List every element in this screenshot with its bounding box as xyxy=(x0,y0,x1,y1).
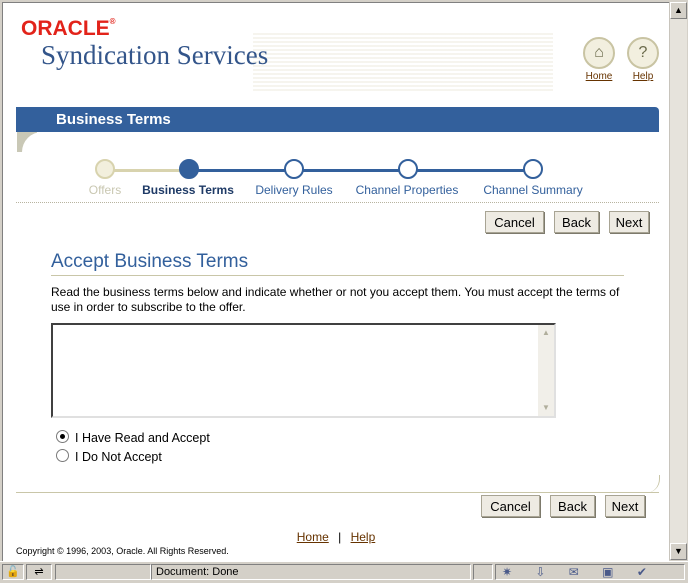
cancel-button-top[interactable]: Cancel xyxy=(485,211,544,233)
global-home[interactable]: ⌂ Home xyxy=(581,37,617,82)
footer-separator: | xyxy=(338,530,342,544)
lock-icon: 🔓 xyxy=(2,564,24,580)
connection-icon: ⇌ xyxy=(26,564,52,580)
bottom-divider xyxy=(16,492,659,493)
accept-option[interactable]: I Have Read and Accept xyxy=(56,430,210,445)
copyright-text: Copyright © 1996, 2003, Oracle. All Righ… xyxy=(16,546,229,556)
browser-viewport: ORACLE® Syndication Services ⌂ Home ? He… xyxy=(2,2,669,561)
train-divider xyxy=(16,202,659,203)
business-terms-textarea[interactable]: ▲ ▼ xyxy=(51,323,556,418)
status-text: Document: Done xyxy=(151,564,471,580)
train-label-channel-properties: Channel Properties xyxy=(355,183,459,197)
train-stop-channel-summary xyxy=(523,159,543,179)
footer-links: Home | Help xyxy=(3,530,669,544)
train-stop-delivery-rules xyxy=(284,159,304,179)
page-scroll-up-icon[interactable]: ▲ xyxy=(670,2,687,19)
train-stop-offers[interactable] xyxy=(95,159,115,179)
scroll-down-icon[interactable]: ▼ xyxy=(538,400,554,416)
decline-option[interactable]: I Do Not Accept xyxy=(56,449,162,464)
global-help[interactable]: ? Help xyxy=(625,37,661,82)
train-stop-channel-properties xyxy=(398,159,418,179)
browser-statusbar: 🔓 ⇌ Document: Done ✷ ⇩ ✉ ▣ ✔ xyxy=(0,561,688,583)
cancel-button-bottom[interactable]: Cancel xyxy=(481,495,540,517)
section-heading-rule xyxy=(51,275,624,276)
scroll-up-icon[interactable]: ▲ xyxy=(538,325,554,341)
section-heading: Accept Business Terms xyxy=(51,251,249,272)
page-scrollbar[interactable]: ▲ ▼ xyxy=(669,2,687,560)
textarea-scrollbar[interactable]: ▲ ▼ xyxy=(538,325,554,416)
back-button-bottom[interactable]: Back xyxy=(550,495,595,517)
train-label-offers[interactable]: Offers xyxy=(89,183,121,197)
train-label-business-terms: Business Terms xyxy=(142,183,234,197)
page-title: Business Terms xyxy=(56,111,171,128)
branding-texture xyxy=(253,31,553,91)
train-label-channel-summary: Channel Summary xyxy=(483,183,583,197)
help-icon[interactable]: ? xyxy=(627,37,659,69)
accept-label[interactable]: I Have Read and Accept xyxy=(75,431,210,445)
page-scroll-down-icon[interactable]: ▼ xyxy=(670,543,687,560)
decline-radio[interactable] xyxy=(56,449,69,462)
statusbar-cell xyxy=(473,564,493,580)
train-line-visited xyxy=(113,169,181,172)
global-help-link[interactable]: Help xyxy=(625,71,661,82)
statusbar-tray-icons[interactable]: ✷ ⇩ ✉ ▣ ✔ xyxy=(495,564,685,580)
global-home-link[interactable]: Home xyxy=(581,71,617,82)
train-label-delivery-rules: Delivery Rules xyxy=(255,183,333,197)
home-icon[interactable]: ⌂ xyxy=(583,37,615,69)
app-title: Syndication Services xyxy=(41,40,269,70)
page-title-bar: Business Terms xyxy=(16,107,659,132)
train-stop-business-terms xyxy=(179,159,199,179)
oracle-logo: ORACLE® xyxy=(21,17,116,40)
statusbar-progress xyxy=(55,564,151,580)
back-button-top[interactable]: Back xyxy=(554,211,599,233)
footer-home-link[interactable]: Home xyxy=(297,530,329,544)
accept-radio[interactable] xyxy=(56,430,69,443)
train-line xyxy=(191,169,531,172)
next-button-bottom[interactable]: Next xyxy=(605,495,645,517)
instructions-text: Read the business terms below and indica… xyxy=(51,285,620,314)
footer-help-link[interactable]: Help xyxy=(351,530,376,544)
decline-label[interactable]: I Do Not Accept xyxy=(75,450,162,464)
bottom-rule-curve xyxy=(643,475,660,493)
next-button-top[interactable]: Next xyxy=(609,211,649,233)
